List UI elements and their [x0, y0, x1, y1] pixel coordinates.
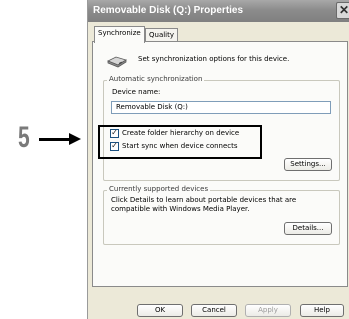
apply-button[interactable]: Apply: [245, 304, 291, 317]
device-name-field[interactable]: Removable Disk (Q:): [111, 101, 331, 114]
callout-arrow-shaft: [39, 138, 71, 141]
ok-button[interactable]: OK: [137, 304, 183, 317]
details-button[interactable]: Details...: [284, 222, 332, 235]
create-folder-hierarchy-checkbox[interactable]: ✓: [110, 128, 119, 138]
create-folder-hierarchy-label: Create folder hierarchy on device: [122, 129, 240, 137]
start-sync-option[interactable]: ✓ Start sync when device connects: [110, 141, 238, 151]
window-title: Removable Disk (Q:) Properties: [93, 5, 244, 16]
callout-arrow-icon: [69, 133, 81, 145]
settings-button[interactable]: Settings...: [284, 158, 332, 171]
supported-devices-group-label: Currently supported devices: [107, 185, 211, 193]
supported-devices-description: Click Details to learn about portable de…: [111, 196, 297, 213]
title-bar[interactable]: Removable Disk (Q:) Properties ✕: [88, 0, 349, 22]
cancel-button[interactable]: Cancel: [191, 304, 237, 317]
start-sync-label: Start sync when device connects: [122, 142, 238, 150]
header-text: Set synchronization options for this dev…: [138, 55, 290, 63]
create-folder-hierarchy-option[interactable]: ✓ Create folder hierarchy on device: [110, 128, 239, 138]
step-number: 5: [18, 121, 30, 154]
removable-disk-icon: [107, 56, 127, 68]
start-sync-checkbox[interactable]: ✓: [110, 141, 119, 151]
auto-sync-group-label: Automatic synchronization: [107, 75, 205, 83]
tab-synchronize[interactable]: Synchronize: [94, 26, 145, 43]
device-name-label: Device name:: [112, 88, 161, 96]
close-button[interactable]: ✕: [336, 2, 349, 19]
help-button[interactable]: Help: [300, 304, 344, 317]
